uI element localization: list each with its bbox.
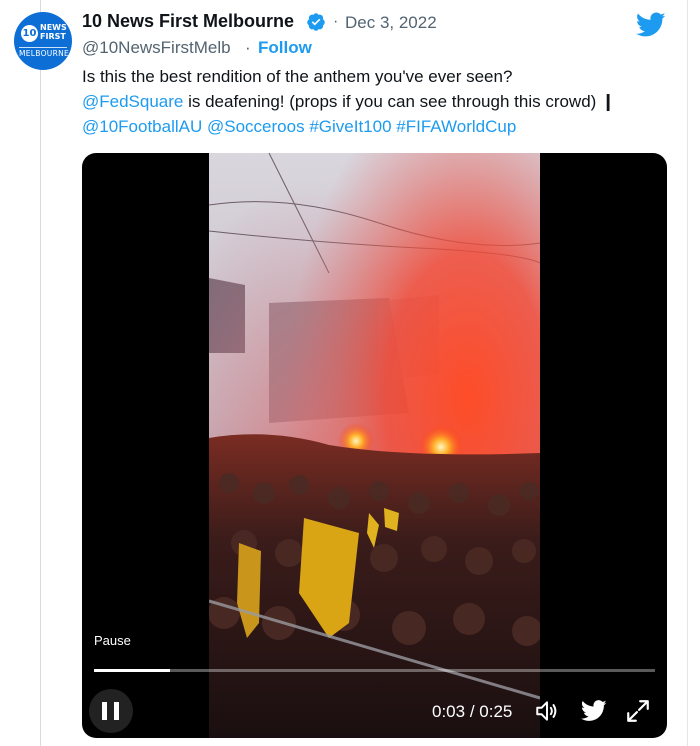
pause-tooltip: Pause [94, 633, 131, 648]
pause-icon-bar-2 [114, 702, 119, 720]
pause-button[interactable] [89, 689, 133, 733]
tweet-line-1: Is this the best rendition of the anthem… [82, 64, 672, 89]
video-frame [209, 153, 540, 738]
thread-border-left [40, 0, 41, 746]
hashtag-fifaworldcup[interactable]: #FIFAWorldCup [396, 117, 516, 136]
avatar-line-news: NEWS [40, 23, 67, 32]
mention-socceroos[interactable]: @Socceroos [207, 117, 305, 136]
video-progress-fill [94, 669, 170, 672]
embed-border-right [687, 0, 688, 746]
avatar-line-melbourne: MELBOURNE [19, 47, 70, 58]
avatar[interactable]: 10 NEWS FIRST MELBOURNE [14, 12, 72, 70]
mention-10footballau[interactable]: @10FootballAU [82, 117, 202, 136]
expand-icon[interactable] [625, 698, 651, 724]
current-time: 0:03 [432, 702, 466, 721]
tweet-line-2: @FedSquare is deafening! (props if you c… [82, 89, 672, 114]
avatar-badge: 10 [21, 25, 38, 42]
date-separator: · [333, 13, 339, 30]
tweet-text: Is this the best rendition of the anthem… [82, 64, 672, 139]
tweet-date[interactable]: Dec 3, 2022 [345, 13, 437, 33]
mention-fedsquare[interactable]: @FedSquare [82, 92, 183, 111]
verified-badge-icon [307, 13, 325, 31]
video-progress-bar[interactable] [94, 669, 655, 672]
video-time: 0:03 / 0:25 [432, 702, 512, 722]
tweet-line-3: @10FootballAU @Socceroos #GiveIt100 #FIF… [82, 114, 672, 139]
avatar-line-first: FIRST [40, 32, 66, 41]
video-duration: 0:25 [479, 702, 513, 721]
crowd-flare-scene [209, 153, 540, 738]
video-player[interactable]: Pause 0:03 / 0:25 [82, 153, 667, 738]
tweet-embed: 10 NEWS FIRST MELBOURNE 10 News First Me… [0, 0, 700, 746]
account-handle[interactable]: @10NewsFirstMelb [82, 38, 231, 58]
hashtag-giveit100[interactable]: #GiveIt100 [309, 117, 391, 136]
twitter-bird-icon[interactable] [636, 12, 666, 38]
follow-button[interactable]: Follow [258, 38, 312, 58]
tweet-text-line1: Is this the best rendition of the anthem… [82, 67, 513, 86]
pause-icon [102, 702, 107, 720]
display-name[interactable]: 10 News First Melbourne [82, 11, 294, 32]
time-separator: / [465, 702, 480, 721]
follow-separator: · [245, 38, 251, 57]
volume-icon[interactable] [534, 698, 560, 724]
avatar-news-text: NEWS FIRST [40, 23, 70, 41]
twitter-logo-icon[interactable] [581, 698, 607, 724]
tweet-text-line2: is deafening! (props if you can see thro… [183, 92, 616, 111]
